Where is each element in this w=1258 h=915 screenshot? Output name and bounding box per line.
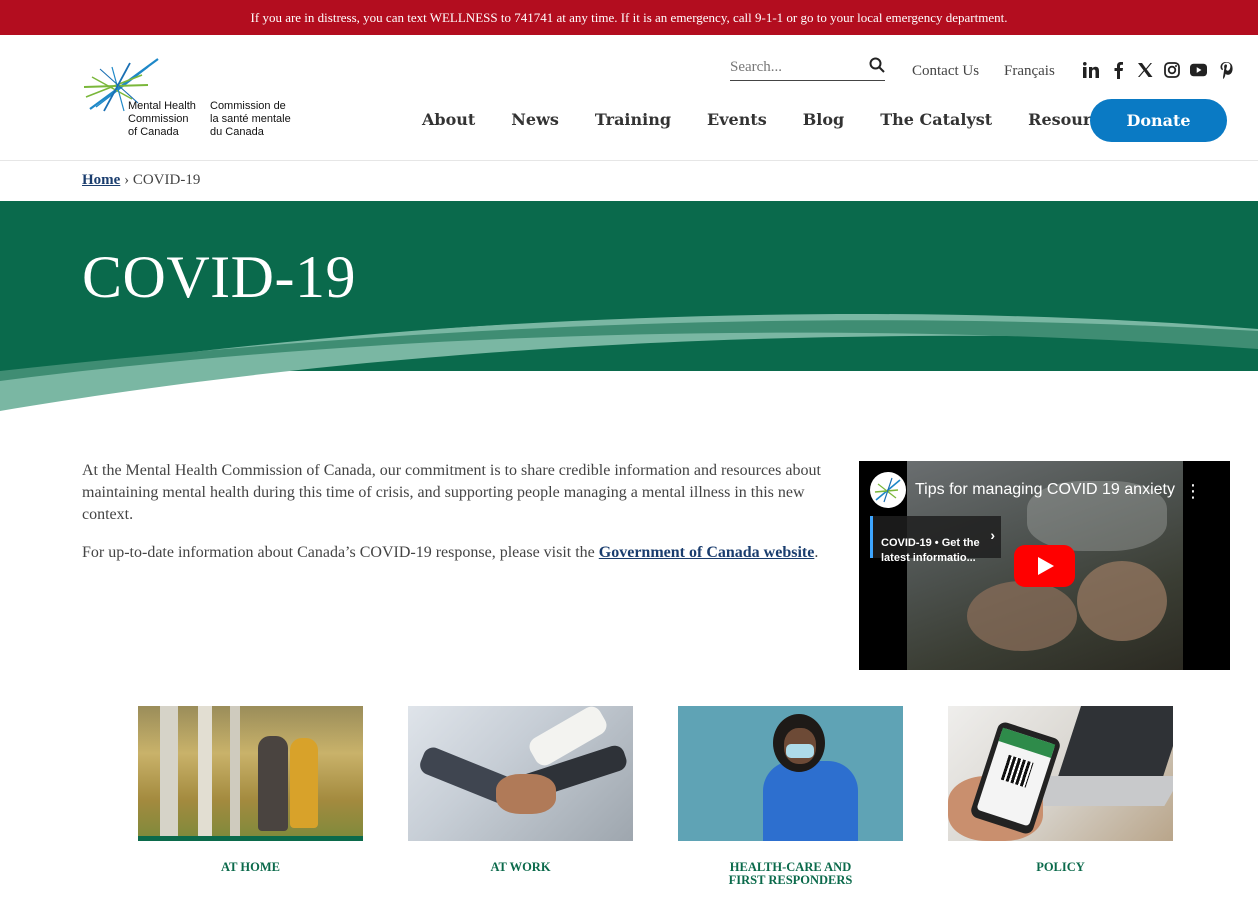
nav-item-events[interactable]: Events bbox=[707, 110, 767, 129]
category-cards: AT HOME AT WORK HEALTH-CARE AND FIRST RE… bbox=[138, 706, 1173, 896]
nav-item-the-catalyst[interactable]: The Catalyst bbox=[880, 110, 992, 129]
breadcrumb-home-link[interactable]: Home bbox=[82, 172, 120, 188]
facebook-icon[interactable] bbox=[1109, 61, 1126, 79]
youtube-video-embed[interactable]: Tips for managing COVID 19 anxiety ⋮ COV… bbox=[859, 461, 1230, 670]
breadcrumb-separator: › bbox=[124, 172, 130, 188]
government-info-prefix: For up-to-date information about Canada’… bbox=[82, 544, 599, 561]
policy-image bbox=[948, 706, 1173, 841]
card-at-work[interactable]: AT WORK bbox=[408, 706, 633, 874]
x-icon[interactable] bbox=[1136, 61, 1153, 79]
government-info-suffix: . bbox=[814, 544, 819, 561]
pinterest-icon[interactable] bbox=[1217, 61, 1234, 79]
contact-us-link[interactable]: Contact Us bbox=[912, 63, 979, 80]
nav-item-blog[interactable]: Blog bbox=[803, 110, 844, 129]
hero-banner: COVID-19 bbox=[0, 201, 1258, 416]
logo-text-english: Mental Health Commission of Canada bbox=[128, 100, 196, 138]
card-policy[interactable]: POLICY bbox=[948, 706, 1173, 874]
play-button-icon[interactable] bbox=[1014, 545, 1075, 587]
instagram-icon[interactable] bbox=[1163, 61, 1180, 79]
government-of-canada-link[interactable]: Government of Canada website bbox=[599, 544, 815, 561]
youtube-icon[interactable] bbox=[1190, 61, 1207, 79]
video-info-card-text: COVID-19 • Get the latest informatio... bbox=[881, 537, 980, 564]
nav-item-training[interactable]: Training bbox=[595, 110, 671, 129]
government-info-paragraph: For up-to-date information about Canada’… bbox=[82, 542, 837, 564]
channel-logo-icon[interactable] bbox=[870, 472, 906, 508]
site-header: Mental Health Commission of Canada Commi… bbox=[0, 35, 1258, 161]
card-label: POLICY bbox=[1036, 860, 1085, 874]
search-icon[interactable] bbox=[869, 57, 885, 77]
breadcrumb: Home › COVID-19 bbox=[82, 172, 200, 189]
linkedin-icon[interactable] bbox=[1082, 61, 1099, 79]
logo-text-french: Commission de la santé mentale du Canada bbox=[210, 100, 291, 138]
at-work-image bbox=[408, 706, 633, 841]
intro-paragraph: At the Mental Health Commission of Canad… bbox=[82, 462, 821, 523]
page-title: COVID-19 bbox=[82, 244, 356, 310]
chevron-right-icon: › bbox=[990, 527, 995, 543]
social-links bbox=[1082, 61, 1234, 79]
search-box bbox=[730, 55, 885, 81]
video-info-card[interactable]: COVID-19 • Get the latest informatio... … bbox=[870, 516, 1001, 564]
crisis-alert-text: If you are in distress, you can text WEL… bbox=[250, 9, 1008, 25]
video-title[interactable]: Tips for managing COVID 19 anxiety bbox=[915, 481, 1175, 499]
search-input[interactable] bbox=[730, 55, 860, 79]
card-label: AT WORK bbox=[490, 860, 551, 874]
language-toggle-link[interactable]: Français bbox=[1004, 63, 1055, 80]
nav-item-about[interactable]: About bbox=[422, 110, 475, 129]
card-health-care[interactable]: HEALTH-CARE AND FIRST RESPONDERS bbox=[678, 706, 903, 887]
at-home-image bbox=[138, 706, 363, 841]
main-nav: About News Training Events Blog The Cata… bbox=[422, 110, 1156, 129]
crisis-alert-bar: If you are in distress, you can text WEL… bbox=[0, 0, 1258, 35]
donate-button[interactable]: Donate bbox=[1090, 99, 1227, 142]
health-care-image bbox=[678, 706, 903, 841]
nav-item-news[interactable]: News bbox=[511, 110, 559, 129]
more-options-icon[interactable]: ⋮ bbox=[1184, 481, 1202, 502]
card-at-home[interactable]: AT HOME bbox=[138, 706, 363, 874]
intro-text: At the Mental Health Commission of Canad… bbox=[82, 460, 837, 580]
breadcrumb-current: COVID-19 bbox=[132, 172, 201, 188]
site-logo[interactable]: Mental Health Commission of Canada Commi… bbox=[82, 57, 312, 141]
card-label: HEALTH-CARE AND FIRST RESPONDERS bbox=[728, 860, 853, 887]
card-label: AT HOME bbox=[221, 860, 280, 874]
